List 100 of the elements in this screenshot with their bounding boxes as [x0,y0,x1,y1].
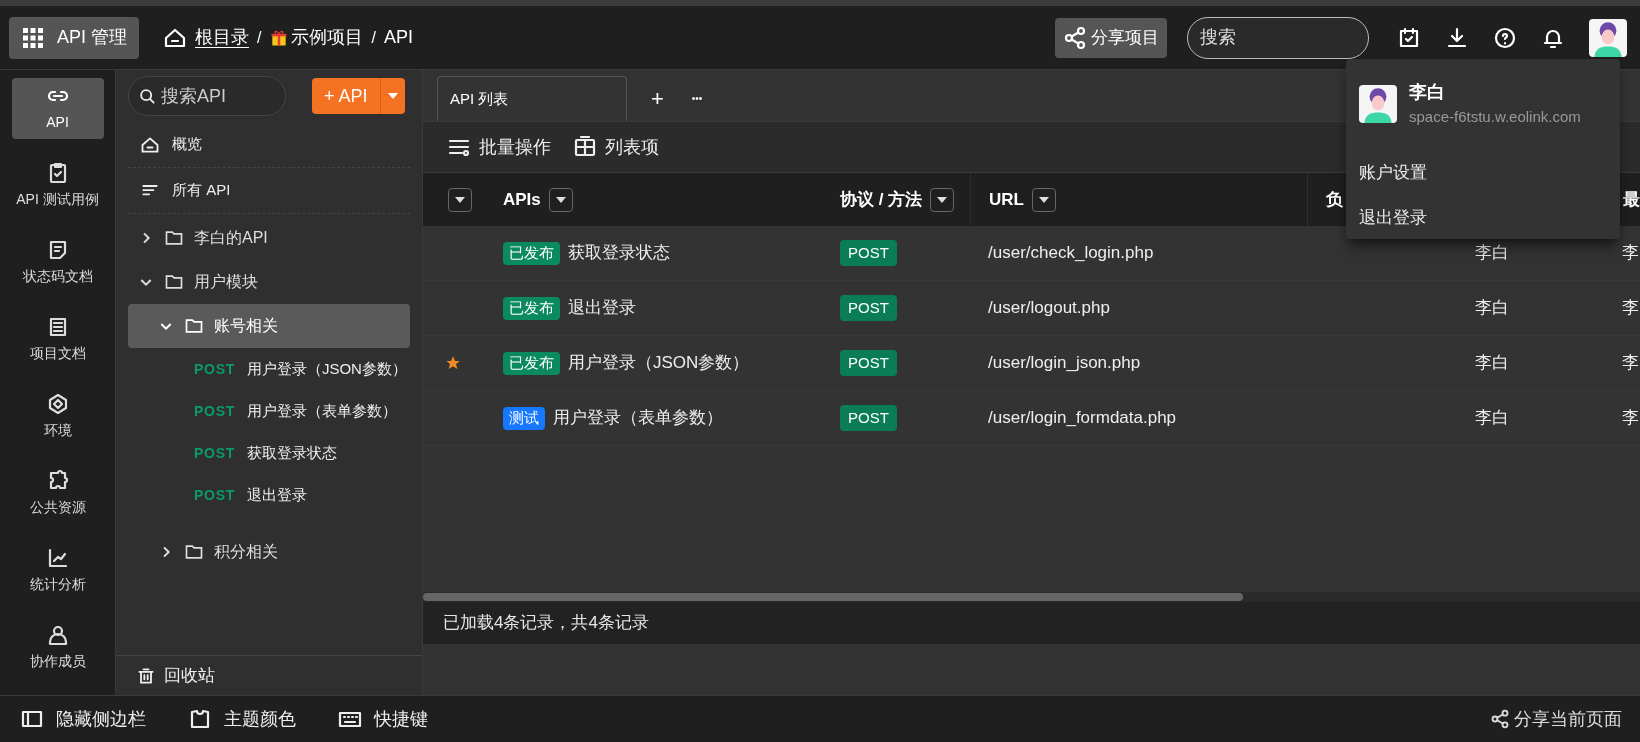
footer-button[interactable]: 主题颜色 [188,705,296,733]
method-label: POST [194,485,235,505]
tab[interactable]: API 列表 [437,76,627,121]
grid-icon [21,25,45,50]
column-header: 最 [1623,188,1640,211]
breadcrumb-link[interactable]: API [383,24,413,51]
toolbar-button[interactable]: 列表项 [573,133,659,161]
method-badge: POST [840,404,897,432]
avatar-icon[interactable] [1589,18,1627,57]
tree-api-item[interactable]: POST 退出登录 [128,474,410,516]
column-header: URL [989,188,1024,211]
table-cell: 李白 [1475,408,1509,428]
nav-item[interactable]: 状态码文档 [11,232,104,293]
help-icon [1493,25,1517,50]
add-tab-button[interactable]: + [647,76,668,121]
share-page-button[interactable]: 分享当前页面 [1490,705,1622,733]
table-cell: 李 [1622,298,1639,318]
tree-api-item[interactable]: POST 获取登录状态 [128,432,410,474]
avatar-icon[interactable] [1359,84,1397,123]
table-cell: 李 [1622,353,1639,373]
scrollbar-thumb[interactable] [423,593,1243,601]
column-menu-button[interactable] [1031,187,1056,212]
tree-folder[interactable]: 积分相关 [128,530,410,574]
column-header: 负 [1326,188,1343,211]
menu-item[interactable]: 账户设置 [1346,150,1620,196]
star-icon[interactable] [445,355,461,371]
api-search-field[interactable]: 搜索API [128,76,286,116]
shirt-icon [188,707,212,731]
url-text: /user/login_json.php [988,353,1141,373]
caret-down-icon [387,93,398,99]
api-name: 获取登录状态 [568,242,670,265]
breadcrumb-separator: / [257,27,262,48]
calendar-check-icon [1397,25,1421,50]
nav-item[interactable]: API 测试用例 [11,155,104,216]
table-cell: 李 [1622,408,1639,428]
api-name: 用户登录（表单参数） [553,407,723,430]
method-label: POST [194,401,235,421]
method-label: POST [194,359,235,379]
status-badge: 已发布 [503,351,560,375]
breadcrumb-separator: / [371,27,376,48]
method-badge: POST [840,239,897,267]
share-icon [1063,25,1087,50]
api-name: 退出登录 [246,484,307,505]
nav-item[interactable]: 统计分析 [11,540,104,601]
nav-item[interactable]: 环境 [11,386,104,447]
toolbar-button[interactable]: 批量操作 [447,133,551,161]
caret-down-icon [555,196,566,203]
status-text: 已加载4条记录，共4条记录 [443,612,649,635]
tree-folder[interactable]: 用户模块 [128,260,410,304]
share-icon [1490,709,1510,729]
caret-down-icon [1038,196,1049,203]
tree-api-item[interactable]: POST 用户登录（表单参数） [128,390,410,432]
api-name: 用户登录（JSON参数） [246,358,407,379]
column-header: APIs [503,188,541,211]
nav-item[interactable]: 公共资源 [11,463,104,524]
footer-button[interactable]: 快捷键 [338,705,428,733]
column-menu-button[interactable] [548,187,573,212]
tree-folder[interactable]: 李白的API [128,216,410,260]
status-badge: 已发布 [503,296,560,320]
tree-folder[interactable]: 账号相关 [128,304,410,348]
column-menu-button[interactable] [930,187,955,212]
tree-link[interactable]: 所有 API [128,168,410,214]
table-row[interactable]: 测试 用户登录（表单参数） POST /user/login_formdata.php 李白 李 [423,391,1640,446]
caret-down-icon [455,196,465,203]
trash-icon [136,665,156,686]
method-badge: POST [840,294,897,322]
table-cell: 李白 [1475,353,1509,373]
tree-api-item[interactable]: POST 用户登录（JSON参数） [128,348,410,390]
breadcrumb-link[interactable]: 根目录 [195,24,249,51]
api-name: 获取登录状态 [246,442,337,463]
user-domain: space-f6tstu.w.eolink.com [1409,107,1581,127]
api-name: 退出登录 [568,297,636,320]
method-label: POST [194,443,235,463]
breadcrumb-link[interactable]: 示例项目 [291,24,364,51]
status-badge: 已发布 [503,241,560,265]
column-header: 协议 / 方法 [840,188,923,211]
nav-item[interactable]: API [11,78,104,139]
status-badge: 测试 [503,406,545,430]
url-text: /user/logout.php [988,298,1110,318]
column-menu-button[interactable] [448,187,472,212]
more-button[interactable]: ••• [687,76,707,121]
table-cell: 李 [1622,243,1639,263]
api-name: 用户登录（表单参数） [246,400,397,421]
footer-button[interactable]: 隐藏侧边栏 [20,705,146,733]
nav-item[interactable]: 项目文档 [11,309,104,370]
search-field[interactable]: 搜索 [1187,16,1369,59]
api-name: 用户登录（JSON参数） [568,352,750,375]
table-row[interactable]: 已发布 用户登录（JSON参数） POST /user/login_json.php 李白 李 [423,336,1640,391]
search-icon [137,86,157,106]
nav-item[interactable]: 协作成员 [11,617,104,678]
app-menu-button[interactable]: API 管理 [9,16,139,59]
table-icon [573,135,597,159]
share-project-button[interactable]: 分享项目 [1055,17,1167,58]
url-text: /user/login_formdata.php [988,408,1177,428]
caret-down-icon [937,196,948,203]
table-cell: 李白 [1475,298,1509,318]
table-row[interactable]: 已发布 退出登录 POST /user/logout.php 李白 李 [423,281,1640,336]
user-name: 李白 [1409,81,1446,104]
tree-link[interactable]: 概览 [128,122,410,168]
method-badge: POST [840,349,897,377]
